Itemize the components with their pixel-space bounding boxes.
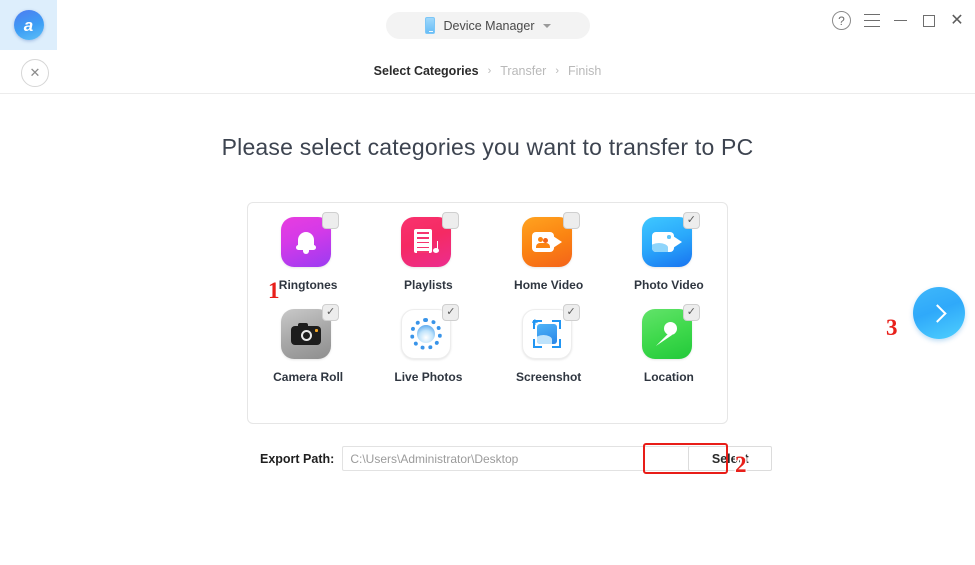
- select-button[interactable]: Select: [688, 446, 773, 471]
- category-row: ✓ Camera Roll ✓ Live Photos + ✓ Screensh…: [248, 304, 729, 384]
- breadcrumb: Select Categories › Transfer › Finish: [0, 64, 975, 78]
- annotation-3: 3: [886, 315, 898, 340]
- checkbox-photo-video[interactable]: ✓: [682, 212, 700, 229]
- chevron-down-icon: [542, 23, 551, 28]
- close-icon[interactable]: ✕: [949, 12, 965, 29]
- checkbox-playlists[interactable]: ✓: [442, 212, 460, 229]
- category-label: Ringtones: [278, 278, 338, 292]
- export-path-row: Export Path: Select: [260, 446, 773, 471]
- export-path-label: Export Path:: [260, 451, 335, 466]
- window-controls: ? ✕: [832, 11, 965, 30]
- app-logo-tab[interactable]: a: [0, 0, 57, 50]
- category-item-screenshot[interactable]: + ✓ Screenshot: [489, 304, 609, 384]
- category-label: Playlists: [404, 278, 453, 292]
- hamburger-menu-icon[interactable]: [864, 14, 880, 27]
- title-bar: a Device Manager ? ✕: [0, 0, 975, 50]
- checkbox-live-photos[interactable]: ✓: [442, 304, 460, 321]
- tile-wrap: ✓: [401, 212, 460, 271]
- device-manager-button[interactable]: Device Manager: [386, 12, 590, 39]
- category-item-camera-roll[interactable]: ✓ Camera Roll: [248, 304, 368, 384]
- screenshot-glyph: +: [531, 318, 563, 349]
- category-panel: ✓ Ringtones ✓ Playlists: [247, 202, 728, 424]
- camera-glyph: [291, 323, 322, 345]
- tile-wrap: ✓: [401, 304, 460, 363]
- category-item-ringtones[interactable]: ✓ Ringtones: [248, 212, 368, 292]
- help-icon[interactable]: ?: [832, 11, 851, 30]
- checkbox-location[interactable]: ✓: [682, 304, 700, 321]
- maximize-icon[interactable]: [921, 14, 936, 28]
- category-row: ✓ Ringtones ✓ Playlists: [248, 212, 729, 292]
- export-path-input[interactable]: [342, 446, 723, 471]
- category-label: Location: [643, 370, 694, 384]
- app-window: a Device Manager ? ✕ ✕ Select Categories…: [0, 0, 975, 565]
- tile-wrap: ✓: [641, 304, 700, 363]
- tile-wrap: + ✓: [521, 304, 580, 363]
- playlist-glyph: [414, 229, 440, 255]
- category-label: Camera Roll: [273, 370, 344, 384]
- checkbox-ringtones[interactable]: ✓: [322, 212, 340, 229]
- logo-icon: a: [13, 10, 44, 40]
- category-label: Photo Video: [633, 278, 704, 292]
- category-label: Screenshot: [515, 370, 582, 384]
- breadcrumb-step-select-categories[interactable]: Select Categories: [374, 64, 479, 78]
- breadcrumb-step-finish[interactable]: Finish: [568, 64, 601, 78]
- photo-video-glyph: [651, 232, 682, 252]
- category-item-photo-video[interactable]: ✓ Photo Video: [609, 212, 729, 292]
- tile-wrap: ✓: [521, 212, 580, 271]
- category-item-playlists[interactable]: ✓ Playlists: [368, 212, 488, 292]
- tile-wrap: ✓: [281, 212, 340, 271]
- minimize-icon[interactable]: [893, 14, 908, 28]
- camcorder-glyph: [531, 232, 562, 252]
- breadcrumb-step-transfer[interactable]: Transfer: [500, 64, 546, 78]
- location-pin-glyph: [655, 321, 679, 347]
- live-photos-glyph: [410, 318, 443, 350]
- logo-glyph: a: [23, 15, 34, 35]
- device-manager-label: Device Manager: [443, 18, 535, 33]
- chevron-right-icon: [927, 303, 947, 323]
- checkbox-home-video[interactable]: ✓: [562, 212, 580, 229]
- page-title: Please select categories you want to tra…: [221, 134, 754, 160]
- bell-glyph: [296, 231, 317, 254]
- category-label: Home Video: [514, 278, 584, 292]
- category-item-live-photos[interactable]: ✓ Live Photos: [368, 304, 488, 384]
- next-button[interactable]: [913, 287, 965, 339]
- breadcrumb-separator: ›: [555, 65, 559, 77]
- checkbox-camera-roll[interactable]: ✓: [322, 304, 340, 321]
- category-item-home-video[interactable]: ✓ Home Video: [489, 212, 609, 292]
- tile-wrap: ✓: [281, 304, 340, 363]
- breadcrumb-separator: ›: [487, 65, 492, 77]
- tile-wrap: ✓: [641, 212, 700, 271]
- category-item-location[interactable]: ✓ Location: [609, 304, 729, 384]
- select-button-wrap: Select: [688, 446, 773, 471]
- category-grid: ✓ Ringtones ✓ Playlists: [248, 212, 729, 384]
- phone-icon: [425, 17, 436, 34]
- category-label: Live Photos: [394, 370, 463, 384]
- checkbox-screenshot[interactable]: ✓: [562, 304, 580, 321]
